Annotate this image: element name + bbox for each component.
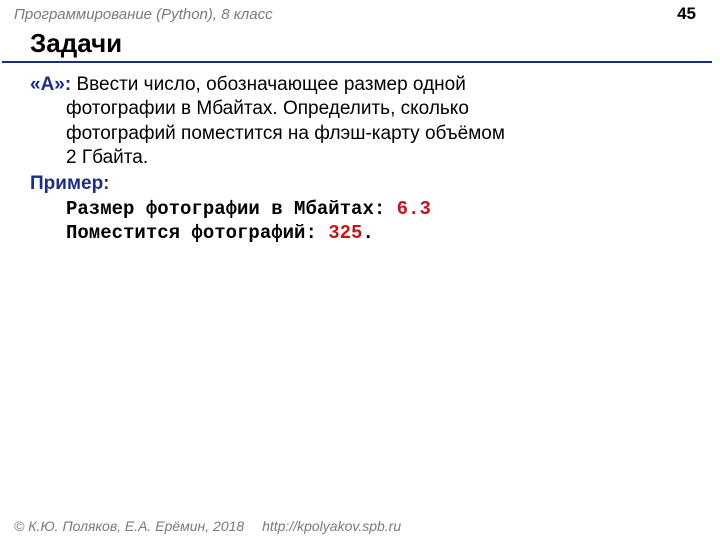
footer-url: http://kpolyakov.spb.ru bbox=[262, 518, 401, 534]
example-tail-2: . bbox=[362, 222, 373, 244]
task-line-4: 2 Гбайта. bbox=[30, 146, 690, 170]
example-line-1: Размер фотографии в Мбайтах: 6.3 bbox=[30, 197, 690, 221]
page-number: 45 bbox=[677, 4, 696, 24]
example-value-1: 6.3 bbox=[397, 198, 431, 220]
page-title: Задачи bbox=[2, 26, 712, 63]
example-prompt-2: Поместится фотографий: bbox=[66, 222, 328, 244]
task-line-1: Ввести число, обозначающее размер одной bbox=[76, 74, 465, 95]
example-line-2: Поместится фотографий: 325. bbox=[30, 221, 690, 245]
task-label: «A»: bbox=[30, 74, 76, 95]
example-label: Пример: bbox=[30, 172, 690, 196]
example-prompt-1: Размер фотографии в Мбайтах: bbox=[66, 198, 397, 220]
task-block: «A»: Ввести число, обозначающее размер о… bbox=[30, 73, 690, 170]
course-label: Программирование (Python), 8 класс bbox=[14, 6, 273, 23]
header-bar: Программирование (Python), 8 класс 45 bbox=[0, 0, 720, 24]
example-value-2: 325 bbox=[328, 222, 362, 244]
copyright: © К.Ю. Поляков, Е.А. Ерёмин, 2018 bbox=[14, 518, 244, 534]
footer: © К.Ю. Поляков, Е.А. Ерёмин, 2018 http:/… bbox=[14, 518, 401, 534]
task-line-2: фотографии в Мбайтах. Определить, скольк… bbox=[30, 97, 690, 121]
content: «A»: Ввести число, обозначающее размер о… bbox=[0, 69, 720, 245]
task-line-3: фотографий поместится на флэш-карту объё… bbox=[30, 122, 690, 146]
